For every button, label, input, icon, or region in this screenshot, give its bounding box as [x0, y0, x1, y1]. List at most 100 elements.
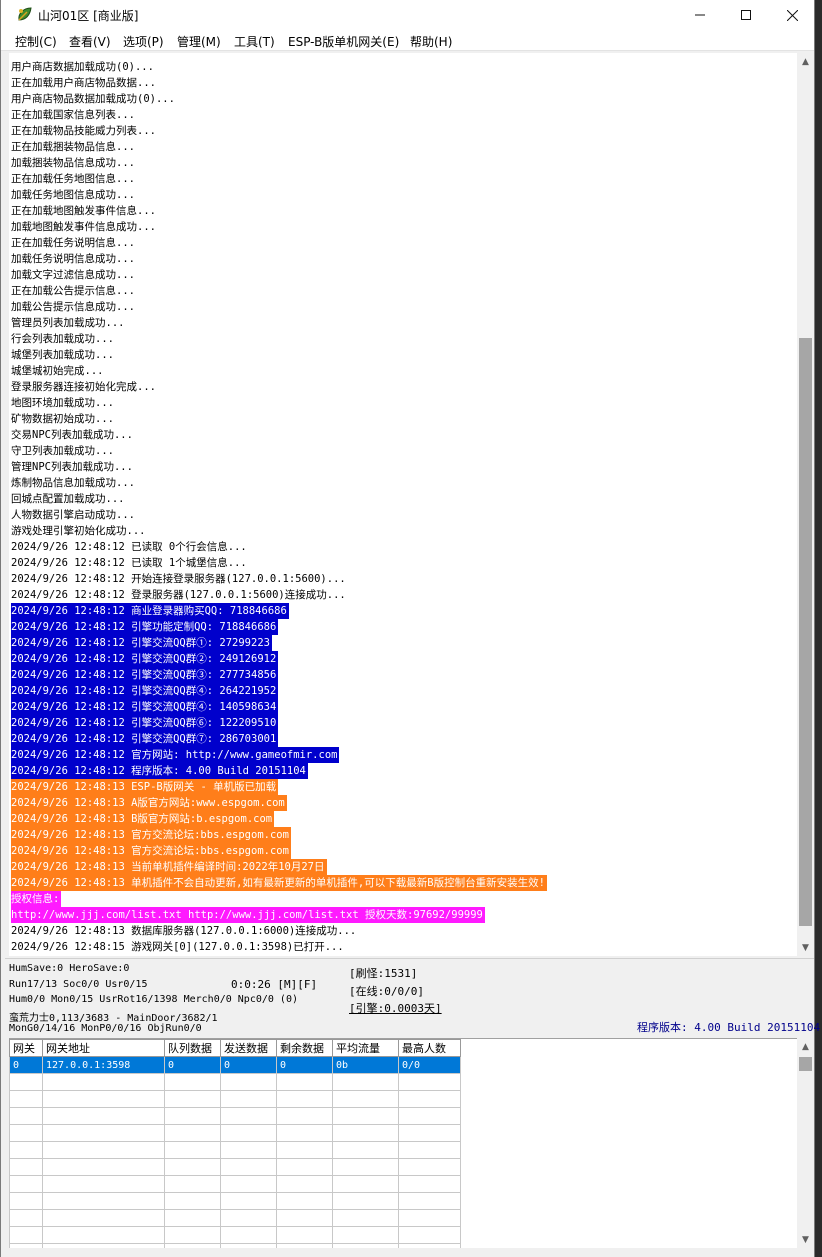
empty-cell	[398, 1073, 461, 1091]
cell-queue: 0	[164, 1056, 221, 1074]
log-line: 2024/9/26 12:48:13 官方交流论坛:bbs.espgom.com	[11, 827, 291, 843]
empty-table-row	[9, 1090, 461, 1108]
log-line: 加载捆装物品信息成功...	[11, 157, 135, 169]
empty-cell	[276, 1175, 333, 1193]
empty-cell	[9, 1107, 43, 1125]
empty-cell	[332, 1209, 399, 1227]
status-save: HumSave:0 HeroSave:0	[9, 963, 130, 974]
col-max-users[interactable]: 最高人数	[398, 1039, 461, 1057]
empty-table-row	[9, 1226, 461, 1244]
log-line: 游戏处理引擎初始化成功...	[11, 525, 146, 537]
status-map: 蛮荒力士0,113/3683 - MainDoor/3682/1	[9, 1013, 218, 1024]
empty-cell	[276, 1090, 333, 1108]
log-line: 加载任务地图信息成功...	[11, 189, 135, 201]
col-average-traffic[interactable]: 平均流量	[332, 1039, 399, 1057]
log-line: 正在加载物品技能威力列表...	[11, 125, 156, 137]
empty-cell	[9, 1090, 43, 1108]
empty-cell	[398, 1090, 461, 1108]
menu-options[interactable]: 选项(P)	[123, 33, 164, 50]
empty-cell	[42, 1243, 165, 1248]
empty-cell	[332, 1090, 399, 1108]
empty-cell	[164, 1090, 221, 1108]
empty-cell	[332, 1124, 399, 1142]
cell-average: 0b	[332, 1056, 399, 1074]
col-queue-data[interactable]: 队列数据	[164, 1039, 221, 1057]
log-line: 炼制物品信息加载成功...	[11, 477, 135, 489]
status-run: Run17/13 Soc0/0 Usr0/15	[9, 979, 148, 990]
scroll-down-icon[interactable]: ▼	[797, 939, 814, 956]
cell-address: 127.0.0.1:3598	[42, 1056, 165, 1074]
table-scroll-down-icon[interactable]: ▼	[797, 1231, 814, 1248]
main-window: 山河01区 [商业版] 控制(C) 查看(V) 选项(P) 管理(M) 工具(T…	[0, 0, 820, 1257]
menu-espb-gateway[interactable]: ESP-B版单机网关(E)	[288, 33, 399, 50]
table-scroll-up-icon[interactable]: ▲	[797, 1038, 814, 1055]
empty-cell	[220, 1209, 277, 1227]
col-send-data[interactable]: 发送数据	[220, 1039, 277, 1057]
empty-cell	[42, 1158, 165, 1176]
log-line: 交易NPC列表加载成功...	[11, 429, 133, 441]
maximize-button[interactable]	[723, 0, 769, 30]
col-gateway-address[interactable]: 网关地址	[42, 1039, 165, 1057]
log-line: 2024/9/26 12:48:12 商业登录器购买QQ: 718846686	[11, 603, 289, 619]
log-scrollbar[interactable]: ▲ ▼	[797, 53, 814, 956]
log-line: 2024/9/26 12:48:12 引擎交流QQ群②: 249126912	[11, 651, 279, 667]
empty-cell	[164, 1175, 221, 1193]
table-scroll-thumb[interactable]	[799, 1057, 812, 1071]
close-button[interactable]	[769, 0, 815, 30]
empty-cell	[9, 1175, 43, 1193]
log-line: 正在加载捆装物品信息...	[11, 141, 135, 153]
log-line: 2024/9/26 12:48:13 A版官方网站:www.espgom.com	[11, 795, 287, 811]
menu-help[interactable]: 帮助(H)	[410, 33, 452, 50]
menu-control[interactable]: 控制(C)	[15, 33, 57, 50]
menu-manage[interactable]: 管理(M)	[177, 33, 221, 50]
log-line: 守卫列表加载成功...	[11, 445, 114, 457]
cell-max-users: 0/0	[398, 1056, 461, 1074]
empty-cell	[9, 1124, 43, 1142]
empty-cell	[42, 1226, 165, 1244]
col-gateway[interactable]: 网关	[9, 1039, 43, 1057]
log-line: 授权信息:	[11, 891, 62, 907]
log-line: 2024/9/26 12:48:12 已读取 0个行会信息...	[11, 541, 247, 553]
scroll-up-icon[interactable]: ▲	[797, 53, 814, 70]
log-line: 2024/9/26 12:48:12 引擎功能定制QQ: 718846686	[11, 619, 279, 635]
minimize-button[interactable]	[677, 0, 723, 30]
empty-table-row	[9, 1209, 461, 1227]
log-line: 2024/9/26 12:48:12 引擎交流QQ群⑥: 122209510	[11, 715, 279, 731]
title-bar[interactable]: 山河01区 [商业版]	[1, 0, 814, 30]
menu-tools[interactable]: 工具(T)	[234, 33, 275, 50]
menu-view[interactable]: 查看(V)	[69, 33, 111, 50]
log-line: 用户商店数据加载成功(0)...	[11, 61, 154, 73]
empty-table-row	[9, 1073, 461, 1091]
empty-cell	[398, 1209, 461, 1227]
log-line: http://www.jjj.com/list.txt http://www.j…	[11, 907, 485, 923]
log-line: 正在加载任务地图信息...	[11, 173, 135, 185]
empty-table-row	[9, 1141, 461, 1159]
empty-table-row	[9, 1158, 461, 1176]
log-scroll-thumb[interactable]	[799, 338, 812, 926]
log-line: 人物数据引擎启动成功...	[11, 509, 135, 521]
log-line: 2024/9/26 12:48:12 登录服务器(127.0.0.1:5600)…	[11, 589, 346, 601]
empty-cell	[332, 1175, 399, 1193]
log-line: 2024/9/26 12:48:12 引擎交流QQ群①: 27299223	[11, 635, 272, 651]
empty-cell	[164, 1192, 221, 1210]
log-line: 2024/9/26 12:48:13 数据库服务器(127.0.0.1:6000…	[11, 925, 357, 937]
empty-cell	[398, 1192, 461, 1210]
empty-cell	[220, 1107, 277, 1125]
empty-cell	[332, 1141, 399, 1159]
table-scrollbar[interactable]: ▲ ▼	[797, 1038, 814, 1248]
close-icon	[786, 9, 798, 21]
log-line: 管理NPC列表加载成功...	[11, 461, 133, 473]
empty-cell	[398, 1141, 461, 1159]
empty-cell	[164, 1158, 221, 1176]
empty-cell	[42, 1192, 165, 1210]
empty-cell	[332, 1158, 399, 1176]
log-console[interactable]: 用户商店数据加载成功(0)... 正在加载用户商店物品数据... 用户商店物品数据加…	[9, 53, 797, 956]
col-remaining-data[interactable]: 剩余数据	[276, 1039, 333, 1057]
empty-cell	[276, 1073, 333, 1091]
gateway-table-panel[interactable]: 网关 网关地址 队列数据 发送数据 剩余数据 平均流量 最高人数 0 127.0…	[9, 1038, 797, 1248]
log-line: 地图环境加载成功...	[11, 397, 114, 409]
log-line: 加载公告提示信息成功...	[11, 301, 135, 313]
empty-table-row	[9, 1243, 461, 1248]
table-row[interactable]: 0 127.0.0.1:3598 0 0 0 0b 0/0	[9, 1056, 461, 1074]
empty-cell	[398, 1158, 461, 1176]
